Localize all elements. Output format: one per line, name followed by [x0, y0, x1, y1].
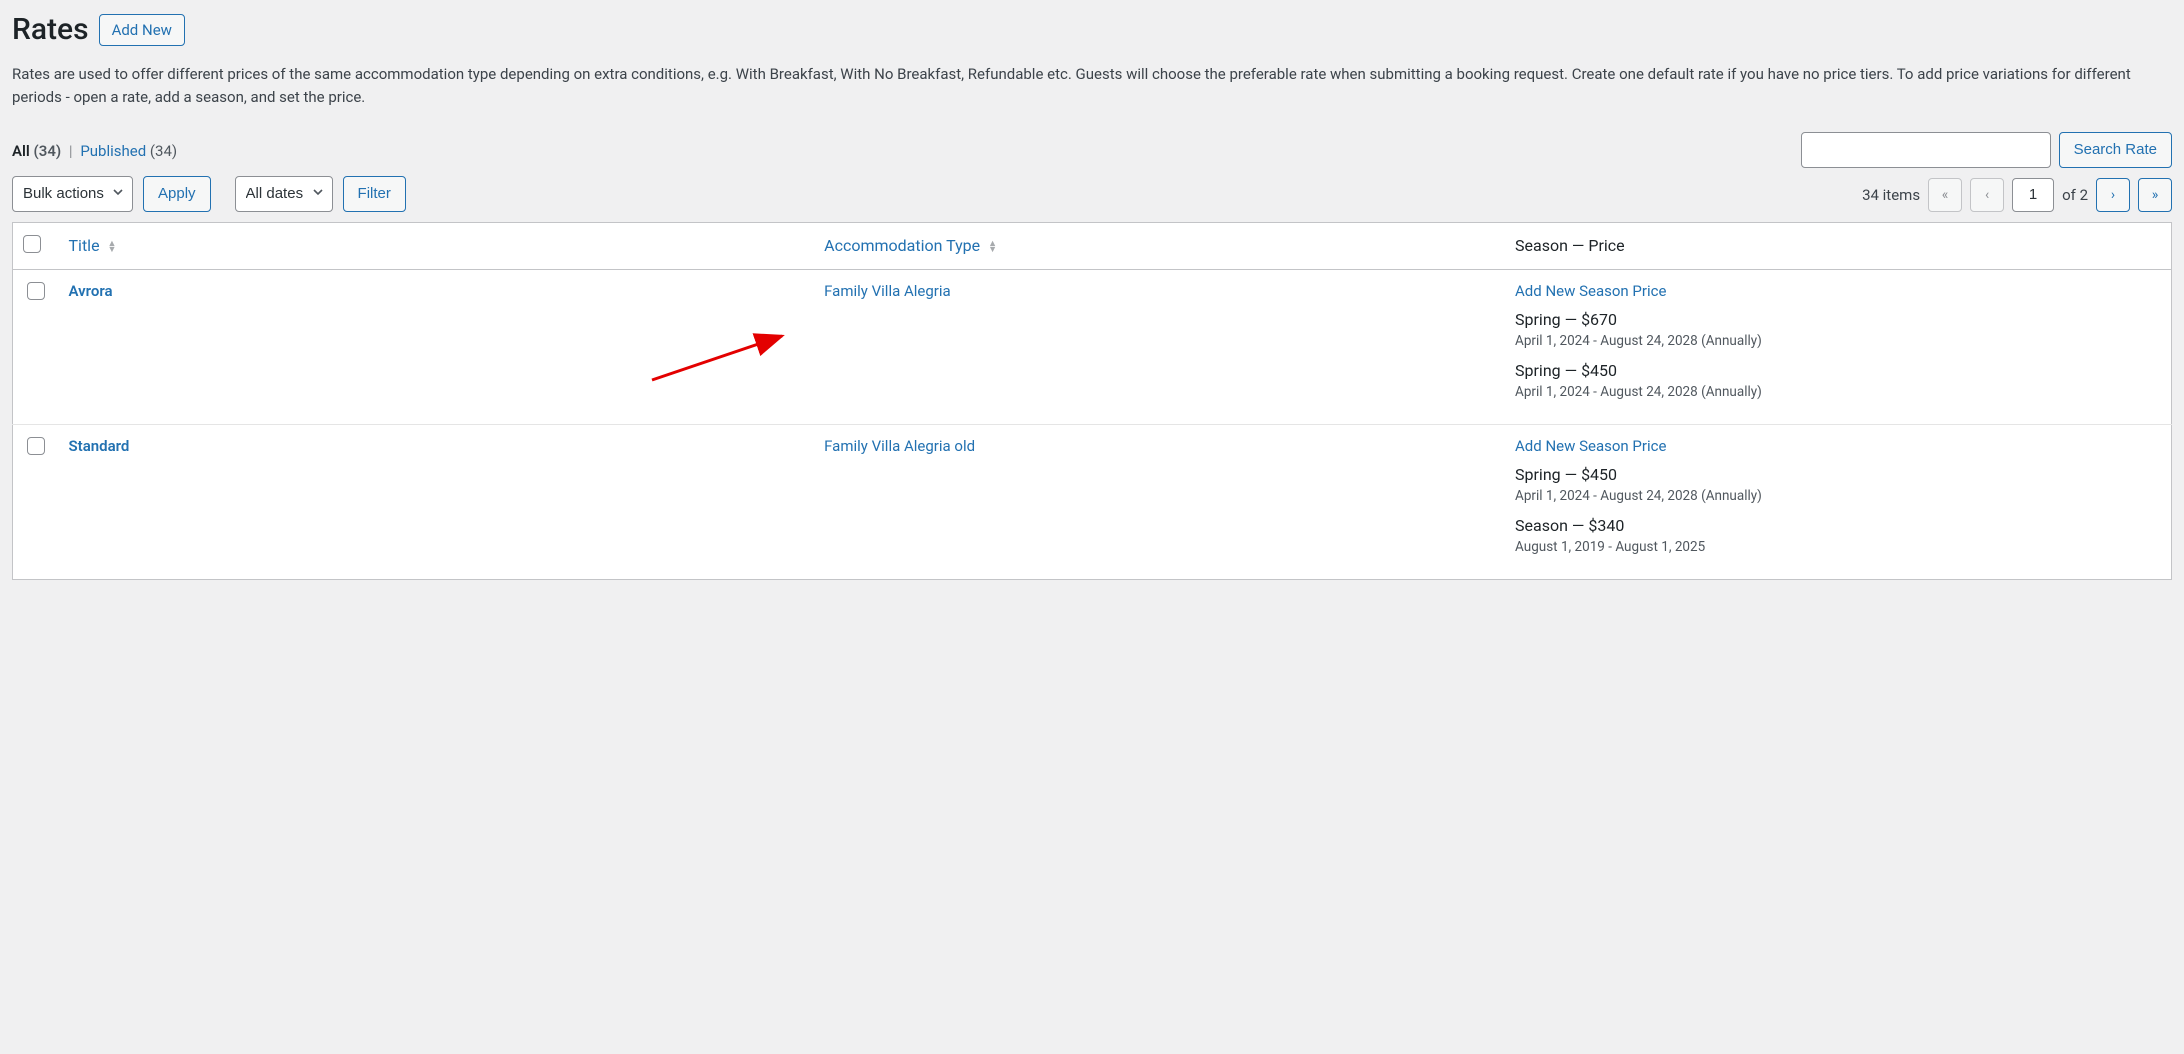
filter-all[interactable]: All (34) [12, 142, 65, 160]
season-line: Season — $340 [1515, 516, 2161, 535]
filter-published-count: (34) [150, 142, 177, 160]
last-page-button[interactable]: » [2138, 178, 2172, 212]
season-price-item: Spring — $450 April 1, 2024 - August 24,… [1515, 465, 2161, 504]
rates-table: Title ▲▼ Accommodation Type ▲▼ Season — … [12, 222, 2172, 580]
filter-published-label: Published [80, 142, 146, 160]
season-price-item: Season — $340 August 1, 2019 - August 1,… [1515, 516, 2161, 555]
column-title-label: Title [69, 236, 100, 255]
row-checkbox[interactable] [27, 437, 45, 455]
column-accommodation[interactable]: Accommodation Type ▲▼ [814, 222, 1505, 269]
filter-all-label: All [12, 142, 30, 160]
season-price-item: Spring — $670 April 1, 2024 - August 24,… [1515, 310, 2161, 349]
dates-select[interactable]: All dates [235, 176, 333, 212]
items-count: 34 items [1862, 186, 1920, 204]
filter-all-count: (34) [34, 142, 62, 160]
sort-icon: ▲▼ [108, 241, 117, 253]
add-season-price-link[interactable]: Add New Season Price [1515, 282, 1666, 300]
page-of-text: of 2 [2062, 186, 2088, 204]
page-title: Rates [12, 12, 89, 47]
season-dates: August 1, 2019 - August 1, 2025 [1515, 539, 2161, 555]
season-dates: April 1, 2024 - August 24, 2028 (Annuall… [1515, 488, 2161, 504]
select-all-checkbox[interactable] [23, 235, 41, 253]
rate-title-link[interactable]: Avrora [69, 282, 113, 300]
status-filter-links: All (34) | Published (34) [12, 142, 406, 160]
current-page-input[interactable] [2012, 178, 2054, 212]
filter-button[interactable]: Filter [343, 176, 406, 212]
first-page-button: « [1928, 178, 1962, 212]
season-dates: April 1, 2024 - August 24, 2028 (Annuall… [1515, 333, 2161, 349]
bulk-actions-select[interactable]: Bulk actions [12, 176, 133, 212]
page-description: Rates are used to offer different prices… [12, 63, 2172, 110]
season-price-item: Spring — $450 April 1, 2024 - August 24,… [1515, 361, 2161, 400]
table-row: Standard Family Villa Alegria old Add Ne… [13, 424, 2172, 579]
accommodation-link[interactable]: Family Villa Alegria [824, 282, 951, 300]
season-line: Spring — $450 [1515, 465, 2161, 484]
add-new-button[interactable]: Add New [99, 14, 185, 46]
column-title[interactable]: Title ▲▼ [59, 222, 815, 269]
column-accommodation-label: Accommodation Type [824, 236, 980, 255]
table-row: Avrora Family Villa Alegria Add New Seas… [13, 269, 2172, 424]
column-season-price: Season — Price [1505, 222, 2171, 269]
prev-page-button: ‹ [1970, 178, 2004, 212]
filter-published[interactable]: Published (34) [80, 142, 177, 160]
accommodation-link[interactable]: Family Villa Alegria old [824, 437, 975, 455]
filter-separator: | [69, 142, 73, 160]
apply-button[interactable]: Apply [143, 176, 211, 212]
search-button[interactable]: Search Rate [2059, 132, 2172, 168]
add-season-price-link[interactable]: Add New Season Price [1515, 437, 1666, 455]
search-input[interactable] [1801, 132, 2051, 168]
season-line: Spring — $450 [1515, 361, 2161, 380]
sort-icon: ▲▼ [988, 241, 997, 253]
next-page-button[interactable]: › [2096, 178, 2130, 212]
row-checkbox[interactable] [27, 282, 45, 300]
rate-title-link[interactable]: Standard [69, 437, 130, 455]
season-line: Spring — $670 [1515, 310, 2161, 329]
season-dates: April 1, 2024 - August 24, 2028 (Annuall… [1515, 384, 2161, 400]
